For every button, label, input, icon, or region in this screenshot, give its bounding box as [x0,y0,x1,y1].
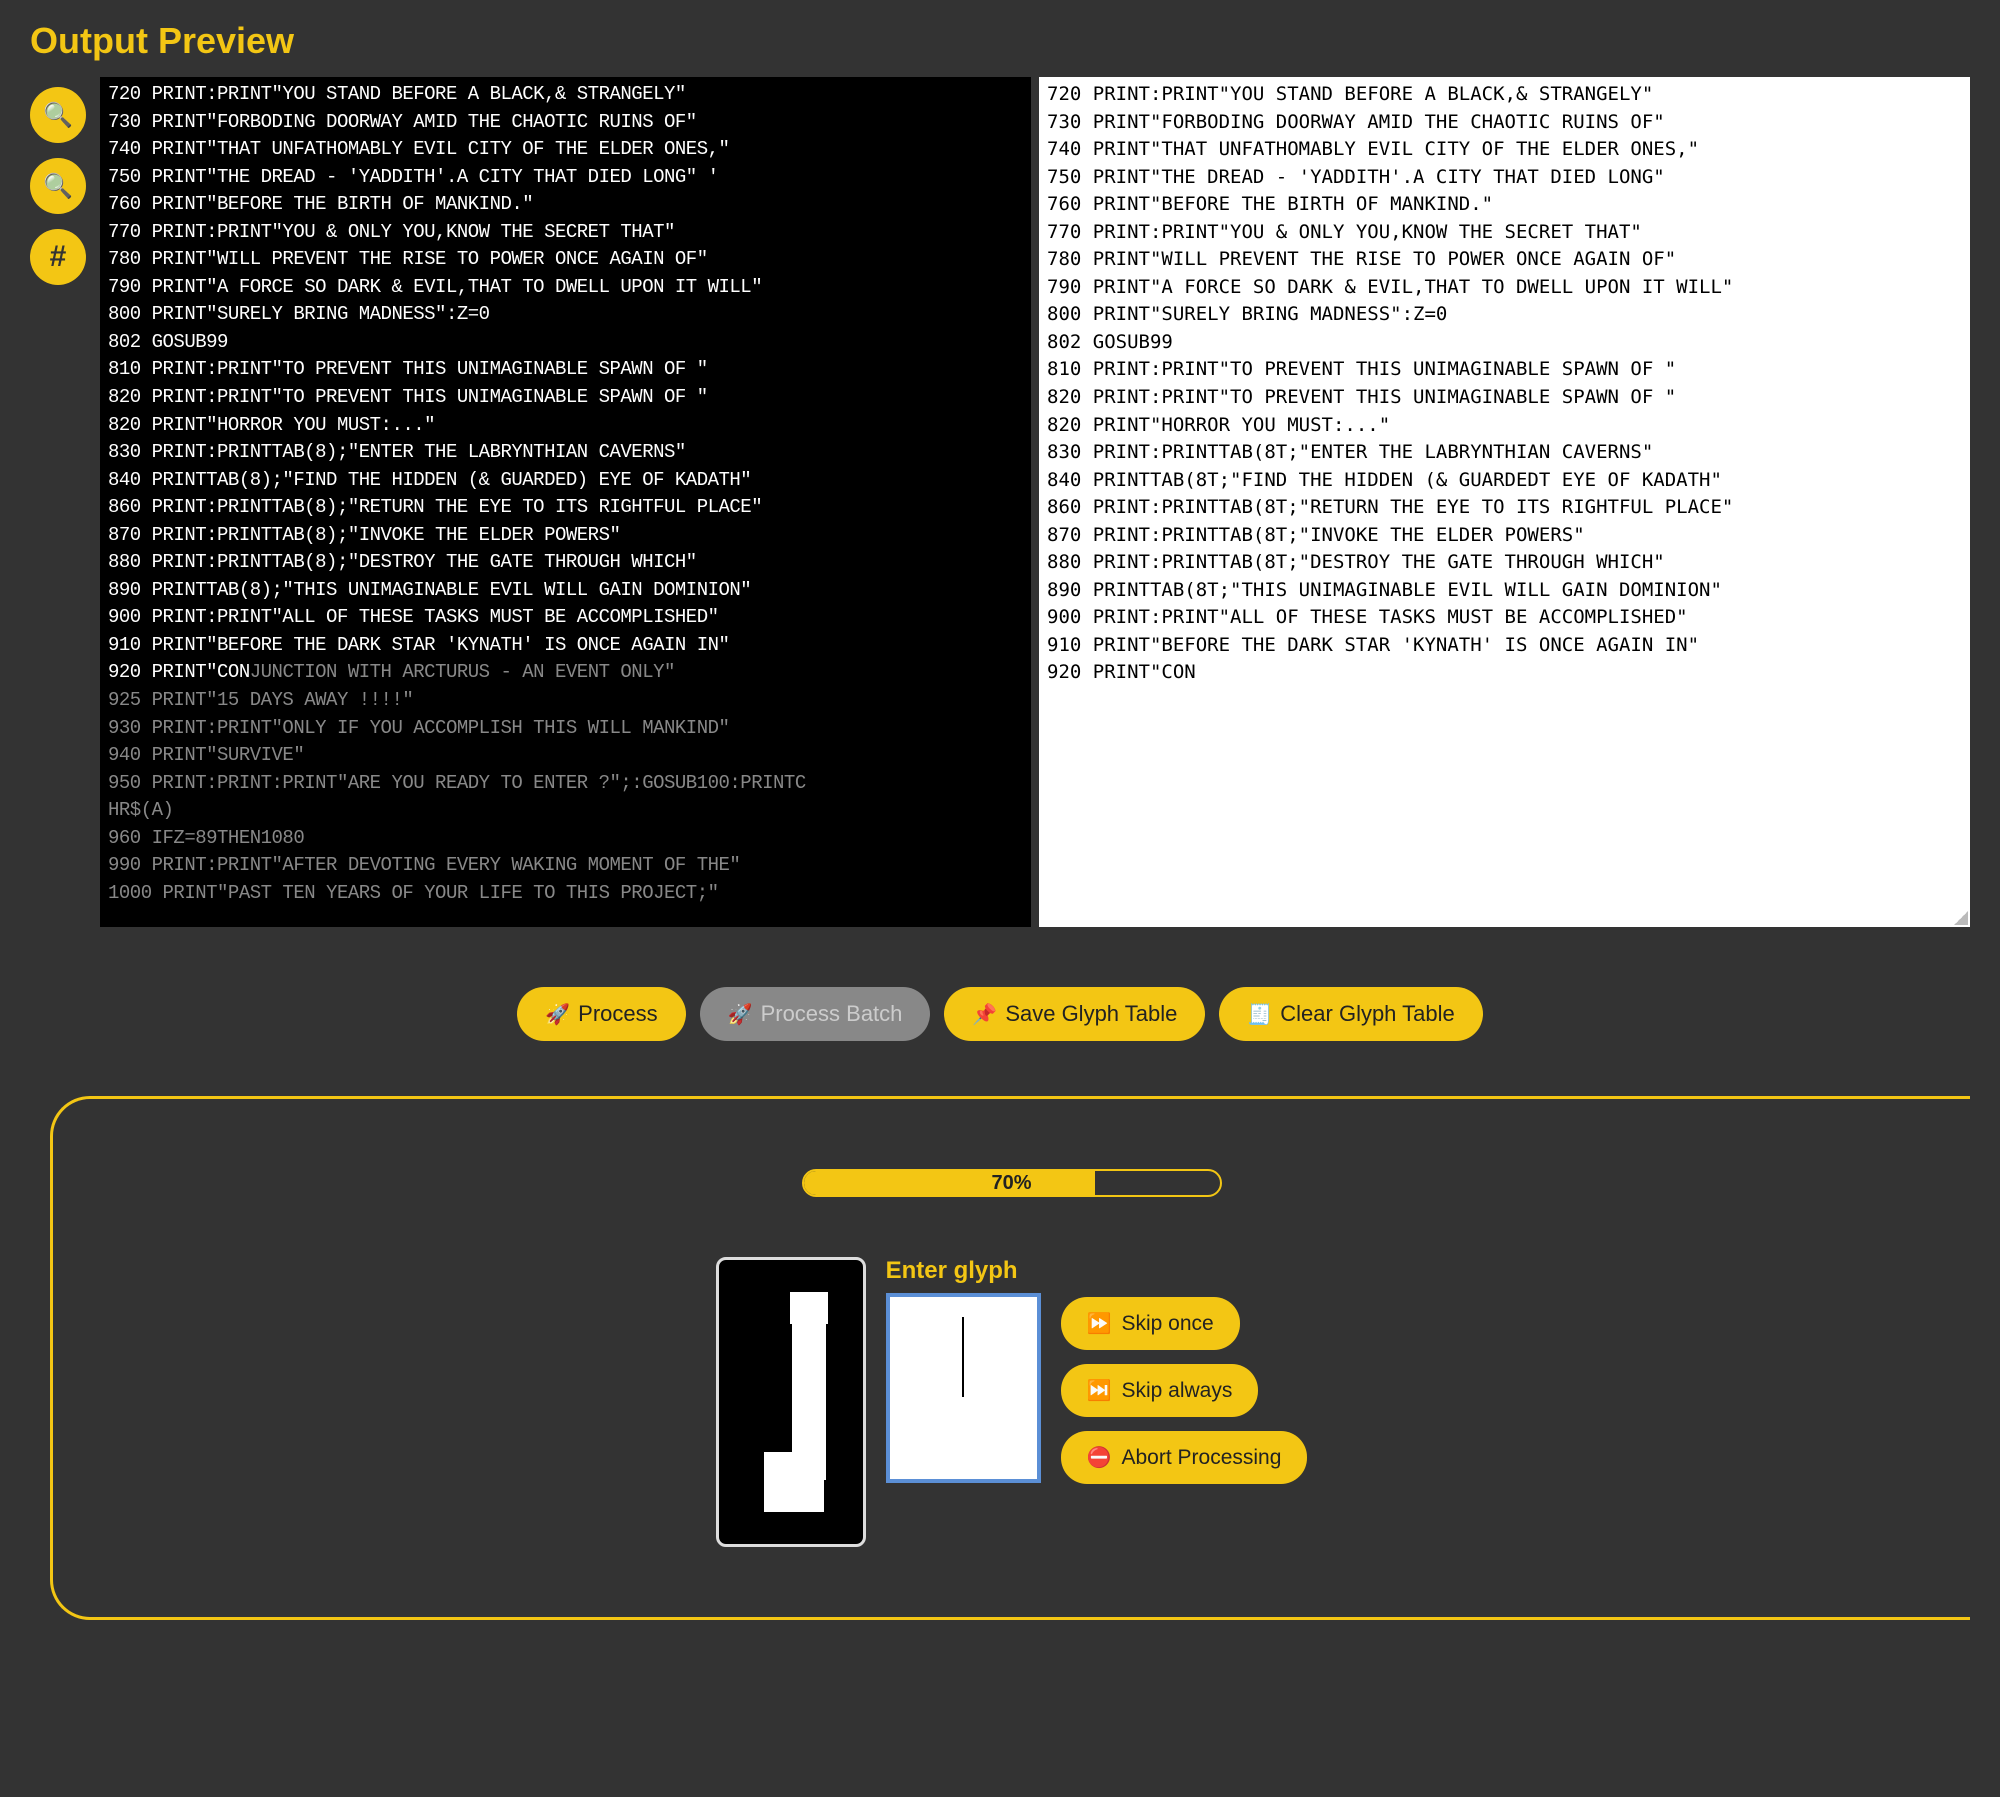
glyph-input-label: Enter glyph [886,1257,1041,1285]
save-glyph-button[interactable]: 📌 Save Glyph Table [944,987,1205,1041]
abort-icon: ⛔ [1087,1445,1112,1470]
output-pane[interactable]: 720 PRINT:PRINT"YOU STAND BEFORE A BLACK… [1039,77,1970,927]
rocket-icon: 🚀 [728,1002,753,1027]
skip-once-label: Skip once [1121,1312,1213,1336]
save-glyph-label: Save Glyph Table [1005,1001,1177,1027]
progress-bar: 70% [802,1169,1222,1197]
page-title: Output Preview [30,20,1970,62]
clear-glyph-label: Clear Glyph Table [1280,1001,1454,1027]
glyph-preview [716,1257,866,1547]
process-button[interactable]: 🚀 Process [517,987,685,1041]
abort-button[interactable]: ⛔ Abort Processing [1061,1431,1308,1484]
side-toolbar: 🔍 🔍 # [30,87,90,285]
zoom-out-icon: 🔍 [43,172,73,201]
rocket-icon: 🚀 [545,1002,570,1027]
process-batch-label: Process Batch [761,1001,903,1027]
process-batch-button: 🚀 Process Batch [700,987,931,1041]
skip-always-label: Skip always [1121,1379,1232,1403]
processing-panel: 70% Enter glyph ⏩ S [50,1096,1970,1620]
glyph-letter-J-icon [756,1292,826,1512]
zoom-in-button[interactable]: 🔍 [30,87,86,143]
glyph-input[interactable] [886,1293,1041,1483]
progress-label: 70% [804,1171,1220,1195]
skip-always-button[interactable]: ⏭️ Skip always [1061,1364,1259,1417]
process-label: Process [578,1001,657,1027]
output-preview: 🔍 🔍 # 720 PRINT:PRINT"YOU STAND BEFORE A… [30,77,1970,927]
text-caret-icon [962,1317,964,1397]
zoom-out-button[interactable]: 🔍 [30,158,86,214]
zoom-in-icon: 🔍 [43,101,73,130]
trash-icon: 🧾 [1247,1002,1272,1027]
pin-icon: 📌 [972,1002,997,1027]
source-pane[interactable]: 720 PRINT:PRINT"YOU STAND BEFORE A BLACK… [100,77,1031,927]
skip-once-button[interactable]: ⏩ Skip once [1061,1297,1240,1350]
skip-always-icon: ⏭️ [1087,1378,1112,1403]
hash-icon: # [50,240,67,274]
abort-label: Abort Processing [1121,1446,1281,1470]
clear-glyph-button[interactable]: 🧾 Clear Glyph Table [1219,987,1482,1041]
main-button-row: 🚀 Process 🚀 Process Batch 📌 Save Glyph T… [30,987,1970,1041]
hash-button[interactable]: # [30,229,86,285]
skip-once-icon: ⏩ [1087,1311,1112,1336]
